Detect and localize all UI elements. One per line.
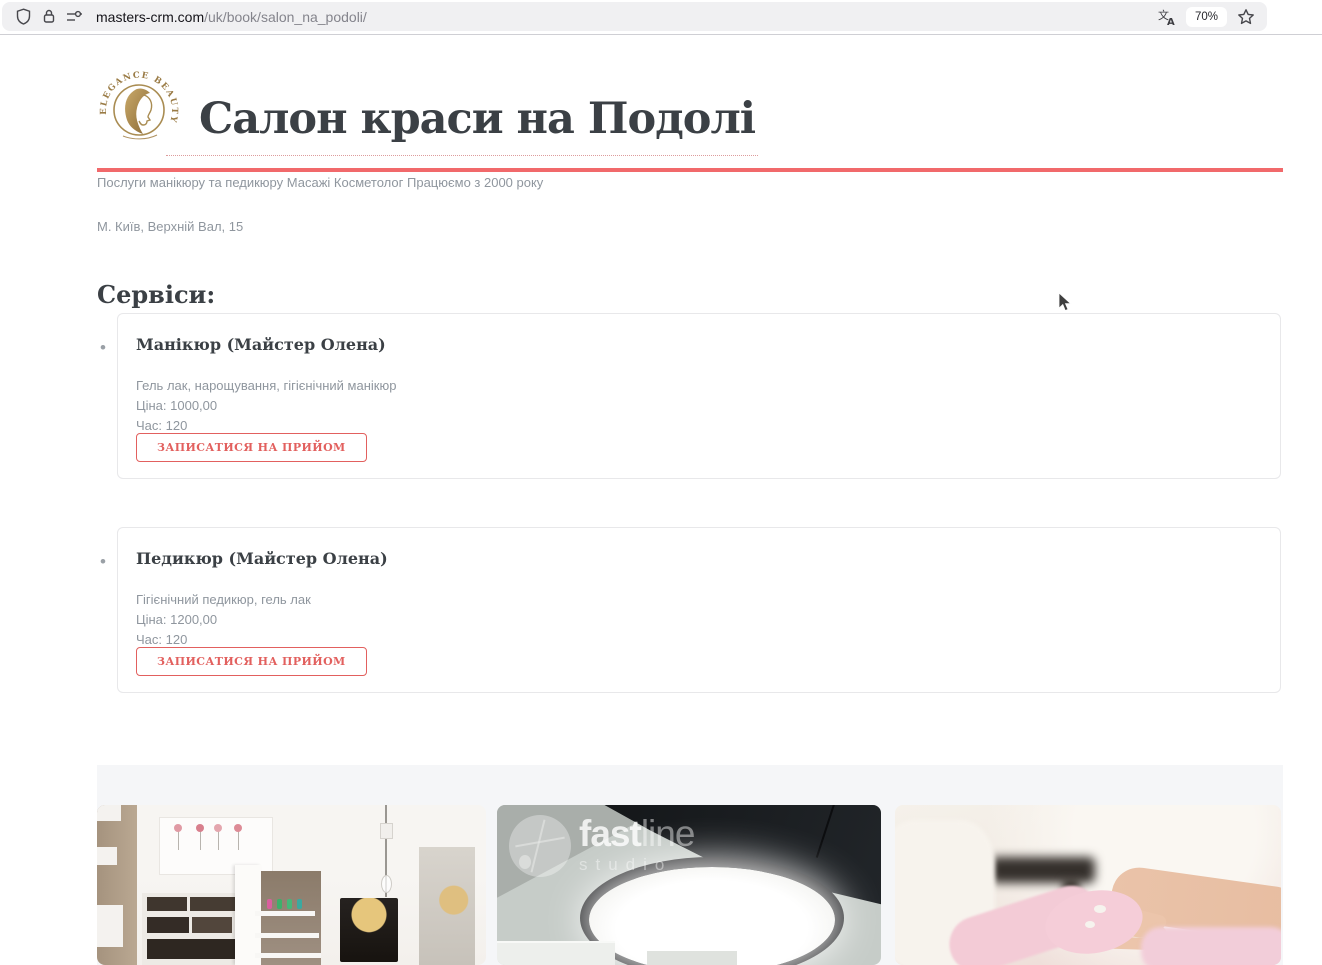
lock-icon[interactable]: [36, 4, 62, 30]
url-path: /uk/book/salon_na_podoli/: [204, 9, 367, 25]
gallery-photo-salon-interior[interactable]: [97, 805, 486, 965]
url-domain: masters-crm.com: [96, 9, 204, 25]
book-appointment-button[interactable]: ЗАПИСАТИСЯ НА ПРИЙОМ: [136, 647, 367, 676]
salon-subtitle: Послуги манікюру та педикюру Масажі Косм…: [97, 175, 543, 190]
accent-divider: [97, 168, 1283, 172]
svg-text:A: A: [1167, 17, 1175, 26]
service-duration: Час: 120: [136, 632, 187, 647]
page-content: ELEGANCE BEAUTY Салон краси на Подолі По…: [0, 35, 1322, 965]
salon-logo: ELEGANCE BEAUTY: [97, 66, 181, 150]
list-bullet: •: [100, 552, 106, 572]
gallery-photo-manicure[interactable]: [895, 805, 1281, 965]
zoom-level-badge[interactable]: 70%: [1186, 7, 1227, 27]
title-dotted-divider: [166, 155, 758, 156]
service-duration: Час: 120: [136, 418, 187, 433]
salon-address: М. Київ, Верхній Вал, 15: [97, 219, 243, 234]
logo-face-shape: [139, 95, 152, 125]
translate-icon[interactable]: 文A: [1154, 4, 1180, 30]
service-description: Гігієнічний педикюр, гель лак: [136, 592, 311, 607]
storage-shelves: [142, 893, 247, 965]
service-card-pedicure: Педикюр (Майстер Олена) Гігієнічний педи…: [117, 527, 1281, 693]
url-text[interactable]: masters-crm.com/uk/book/salon_na_podoli/: [96, 9, 1154, 25]
fastline-logo-icon: [509, 815, 571, 877]
watermark-fast: fast: [579, 813, 641, 854]
fastline-watermark: fastline studio: [509, 815, 694, 877]
service-description: Гель лак, нарощування, гігієнічний манік…: [136, 378, 396, 393]
services-heading: Сервіси:: [97, 280, 215, 309]
list-bullet: •: [100, 338, 106, 358]
watermark-line: line: [641, 813, 695, 854]
url-bar[interactable]: masters-crm.com/uk/book/salon_na_podoli/…: [2, 2, 1267, 31]
browser-window: masters-crm.com/uk/book/salon_na_podoli/…: [0, 0, 1322, 965]
browser-toolbar: masters-crm.com/uk/book/salon_na_podoli/…: [0, 0, 1322, 35]
brown-wall-panel: [261, 871, 321, 965]
wall-mirror: [419, 847, 475, 965]
blonde-model-poster: [340, 898, 398, 962]
service-title: Манікюр (Майстер Олена): [136, 335, 386, 354]
page-title: Салон краси на Подолі: [199, 94, 1099, 144]
permissions-icon[interactable]: [62, 4, 88, 30]
service-card-manicure: Манікюр (Майстер Олена) Гель лак, нарощу…: [117, 313, 1281, 479]
watermark-studio: studio: [579, 856, 694, 873]
gallery-section: fastline studio: [97, 765, 1283, 965]
white-nail: [1094, 905, 1106, 913]
bookmark-star-icon[interactable]: [1233, 4, 1259, 30]
gallery-photo-ceiling-light[interactable]: fastline studio: [497, 805, 881, 965]
mouse-cursor: [1058, 292, 1074, 319]
service-price: Ціна: 1000,00: [136, 398, 217, 413]
book-appointment-button[interactable]: ЗАПИСАТИСЯ НА ПРИЙОМ: [136, 433, 367, 462]
service-price: Ціна: 1200,00: [136, 612, 217, 627]
service-title: Педикюр (Майстер Олена): [136, 549, 388, 568]
shield-icon[interactable]: [10, 4, 36, 30]
